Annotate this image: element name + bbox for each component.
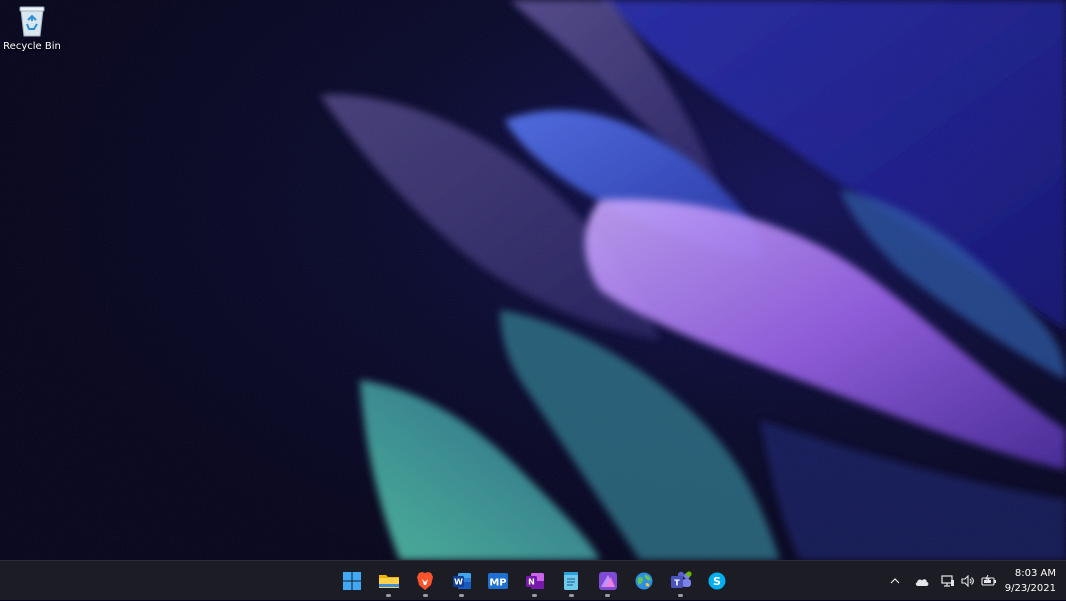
windows-start-icon bbox=[343, 572, 362, 590]
onedrive-button[interactable] bbox=[906, 561, 938, 601]
show-hidden-icons-button[interactable] bbox=[884, 561, 906, 601]
running-indicator bbox=[386, 594, 392, 597]
network-icon bbox=[941, 575, 954, 587]
taskbar-notepad[interactable] bbox=[553, 561, 590, 601]
taskbar: W MP N T S 8:03 AM 9/23/2021 bbox=[0, 560, 1066, 600]
taskbar-apps: W MP N T S bbox=[334, 561, 736, 601]
running-indicator bbox=[678, 594, 684, 597]
taskbar-affinity[interactable] bbox=[590, 561, 627, 601]
taskbar-word[interactable]: W bbox=[444, 561, 481, 601]
battery-icon bbox=[981, 575, 996, 586]
taskbar-maps[interactable] bbox=[626, 561, 663, 601]
svg-text:MP: MP bbox=[490, 578, 507, 589]
volume-button[interactable] bbox=[958, 561, 978, 601]
running-indicator bbox=[568, 594, 574, 597]
clock[interactable]: 8:03 AM 9/23/2021 bbox=[1002, 566, 1056, 596]
desktop[interactable]: Recycle Bin bbox=[0, 0, 1066, 560]
svg-text:T: T bbox=[674, 579, 680, 588]
chevron-up-icon bbox=[890, 578, 900, 584]
desktop-icon-recycle-bin[interactable]: Recycle Bin bbox=[3, 4, 61, 64]
skype-icon: S bbox=[708, 572, 726, 590]
folder-icon bbox=[378, 575, 399, 588]
taskbar-file-explorer[interactable] bbox=[371, 561, 408, 601]
recycle-bin-icon bbox=[19, 6, 45, 37]
volume-icon bbox=[961, 575, 974, 587]
desktop-icon-label: Recycle Bin bbox=[3, 41, 61, 52]
svg-text:W: W bbox=[454, 578, 463, 587]
onedrive-cloud-icon bbox=[915, 578, 929, 586]
wallpaper bbox=[0, 0, 1066, 560]
network-button[interactable] bbox=[938, 561, 958, 601]
clock-time: 8:03 AM bbox=[1014, 568, 1056, 579]
notepad-icon bbox=[564, 572, 579, 590]
running-indicator bbox=[532, 594, 538, 597]
affinity-icon bbox=[598, 572, 617, 590]
running-indicator bbox=[422, 594, 428, 597]
onenote-icon: N bbox=[525, 573, 544, 589]
system-tray bbox=[884, 561, 1000, 601]
teams-icon: T bbox=[670, 571, 692, 588]
word-icon: W bbox=[452, 573, 471, 589]
brave-lion-icon bbox=[417, 572, 434, 590]
start-button[interactable] bbox=[334, 561, 371, 601]
svg-text:S: S bbox=[713, 575, 721, 588]
taskbar-teams[interactable]: T bbox=[663, 561, 700, 601]
battery-button[interactable] bbox=[978, 561, 1000, 601]
clock-date: 9/23/2021 bbox=[1004, 583, 1056, 594]
taskbar-onenote[interactable]: N bbox=[517, 561, 554, 601]
running-indicator bbox=[605, 594, 611, 597]
globe-icon bbox=[635, 572, 653, 590]
mp-icon: MP bbox=[488, 573, 509, 589]
taskbar-mp[interactable]: MP bbox=[480, 561, 517, 601]
taskbar-brave[interactable] bbox=[407, 561, 444, 601]
svg-text:N: N bbox=[528, 578, 535, 587]
running-indicator bbox=[459, 594, 465, 597]
taskbar-skype[interactable]: S bbox=[699, 561, 736, 601]
